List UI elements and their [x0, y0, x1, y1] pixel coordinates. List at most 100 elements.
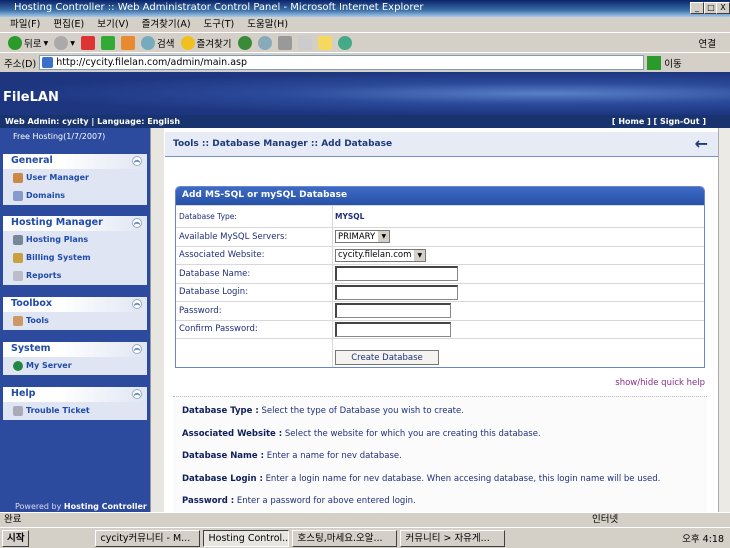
status-text: 완료 — [4, 514, 22, 525]
globe-icon — [13, 361, 23, 371]
address-label: 주소(D) — [4, 58, 37, 70]
mysql-server-select[interactable]: PRIMARY ▼ — [335, 230, 391, 244]
ticket-icon — [13, 406, 23, 416]
collapse-chevron-icon[interactable]: ︽ — [132, 389, 142, 399]
item-label: Hosting Plans — [26, 235, 89, 244]
quick-help-panel: Database Type : Select the type of Datab… — [173, 396, 707, 512]
menu-tools[interactable]: 도구(T) — [204, 17, 235, 32]
status-bar: 완료 인터넷 — [0, 512, 730, 527]
ie-page-icon — [42, 57, 54, 68]
back-arrow-icon[interactable]: ← — [695, 134, 708, 153]
password-label: Password: — [176, 302, 333, 320]
tools-icon — [13, 316, 23, 326]
sidebar-item-reports[interactable]: Reports — [3, 267, 147, 285]
menu-help[interactable]: 도움말(H) — [247, 17, 288, 32]
password-input[interactable] — [335, 303, 451, 319]
add-database-form: Add MS-SQL or mySQL Database Database Ty… — [175, 186, 705, 368]
sidebar-item-billing-system[interactable]: Billing System — [3, 249, 147, 267]
history-icon[interactable] — [237, 36, 252, 50]
forward-button[interactable]: ▾ — [54, 36, 75, 50]
stop-icon[interactable] — [81, 36, 96, 50]
print-icon[interactable] — [277, 36, 292, 50]
help-term: Password : — [182, 496, 235, 506]
breadcrumb-text: Tools :: Database Manager :: Add Databas… — [173, 139, 393, 149]
sidebar-scrollbar[interactable] — [150, 128, 164, 512]
sidebar: Free Hosting(1/7/2007) General ︽ User Man… — [0, 128, 150, 512]
collapse-chevron-icon[interactable]: ︽ — [132, 299, 142, 309]
minimize-button[interactable]: _ — [690, 2, 704, 14]
links-button[interactable]: 연결 — [699, 36, 716, 50]
taskbar-task[interactable]: cycity커뮤니티 - M... — [95, 529, 201, 547]
go-button[interactable]: 이동 — [664, 56, 681, 70]
billing-icon — [13, 253, 23, 263]
mail-icon[interactable] — [257, 36, 272, 50]
star-icon — [180, 36, 195, 50]
create-database-button[interactable]: Create Database — [335, 350, 439, 365]
back-button[interactable]: 뒤로 ▾ — [8, 36, 48, 50]
brand-logo: FileLAN — [3, 90, 59, 105]
sidebar-item-hosting-plans[interactable]: Hosting Plans — [3, 231, 147, 249]
sidebar-item-user-manager[interactable]: User Manager — [3, 169, 147, 187]
menu-edit[interactable]: 편집(E) — [53, 17, 84, 32]
home-icon[interactable] — [121, 36, 136, 50]
sidebar-item-my-server[interactable]: My Server — [3, 357, 147, 375]
taskbar-task[interactable]: 호스팅,마세요.오알... — [292, 529, 398, 547]
website-selected: cycity.filelan.com — [338, 250, 412, 261]
sidebar-item-domains[interactable]: Domains — [3, 187, 147, 205]
main-scrollbar[interactable] — [718, 128, 730, 512]
db-name-input[interactable] — [335, 266, 458, 282]
collapse-chevron-icon[interactable]: ︽ — [132, 156, 142, 166]
db-login-input[interactable] — [335, 284, 458, 300]
start-button[interactable]: 시작 — [2, 529, 30, 547]
menu-favorites[interactable]: 즐겨찾기(A) — [142, 17, 191, 32]
address-url: http://cycity.filelan.com/admin/main.asp — [56, 57, 248, 68]
search-button[interactable]: 검색 — [141, 36, 175, 50]
window-title: Hosting Controller :: Web Administrator … — [14, 2, 424, 13]
form-title: Add MS-SQL or mySQL Database — [176, 187, 704, 205]
sidebar-section-general: General ︽ User Manager Domains — [3, 154, 147, 205]
taskbar-task[interactable]: 커뮤니티 > 자유게... — [400, 529, 506, 547]
menu-view[interactable]: 보기(V) — [97, 17, 128, 32]
user-info: Web Admin: cycity | Language: English — [5, 117, 181, 126]
home-signout-links[interactable]: [ Home ] [ Sign-Out ] — [612, 115, 706, 128]
notes-icon[interactable] — [317, 36, 332, 50]
section-title: Toolbox — [11, 298, 52, 309]
help-item: Database Name : Enter a name for nev dat… — [173, 445, 707, 468]
address-input[interactable]: http://cycity.filelan.com/admin/main.asp — [39, 55, 645, 70]
quick-help-toggle-link[interactable]: show/hide quick help — [615, 378, 705, 388]
sidebar-item-tools[interactable]: Tools — [3, 312, 147, 330]
hosting-plans-icon — [13, 235, 23, 245]
favorites-button[interactable]: 즐겨찾기 — [180, 36, 232, 50]
security-zone: 인터넷 — [592, 514, 619, 525]
plan-info: Free Hosting(1/7/2007) — [13, 132, 106, 141]
collapse-chevron-icon[interactable]: ︽ — [132, 218, 142, 228]
confirm-password-input[interactable] — [335, 321, 451, 337]
website-select[interactable]: cycity.filelan.com ▼ — [335, 248, 427, 262]
section-title: System — [11, 343, 51, 354]
collapse-chevron-icon[interactable]: ︽ — [132, 344, 142, 354]
menu-file[interactable]: 파일(F) — [10, 17, 40, 32]
item-label: Billing System — [26, 253, 91, 262]
help-term: Database Login : — [182, 473, 263, 484]
messenger-icon[interactable] — [337, 36, 352, 50]
refresh-icon[interactable] — [101, 36, 116, 50]
item-label: Reports — [26, 271, 62, 280]
help-term: Database Type : — [182, 406, 259, 416]
taskbar-task-active[interactable]: Hosting Control... — [203, 529, 290, 547]
help-text: Enter a password for above entered login… — [236, 496, 416, 506]
edit-icon[interactable] — [297, 36, 312, 50]
sidebar-item-trouble-ticket[interactable]: Trouble Ticket — [3, 402, 147, 420]
server-selected: PRIMARY — [338, 231, 376, 242]
help-item: Password : Enter a password for above en… — [173, 490, 707, 512]
confirm-password-label: Confirm Password: — [176, 320, 333, 338]
dropdown-arrow-icon: ▼ — [414, 249, 426, 261]
window-title-bar: Hosting Controller :: Web Administrator … — [0, 0, 730, 17]
banner: FileLAN — [0, 72, 730, 115]
db-type-label: Database Type: — [176, 206, 333, 227]
go-arrow-icon[interactable] — [647, 55, 662, 70]
help-item: Associated Website : Select the website … — [173, 423, 707, 446]
section-title: General — [11, 155, 53, 166]
reports-icon — [13, 271, 23, 281]
close-button[interactable]: X — [716, 2, 730, 14]
servers-label: Available MySQL Servers: — [176, 228, 333, 246]
